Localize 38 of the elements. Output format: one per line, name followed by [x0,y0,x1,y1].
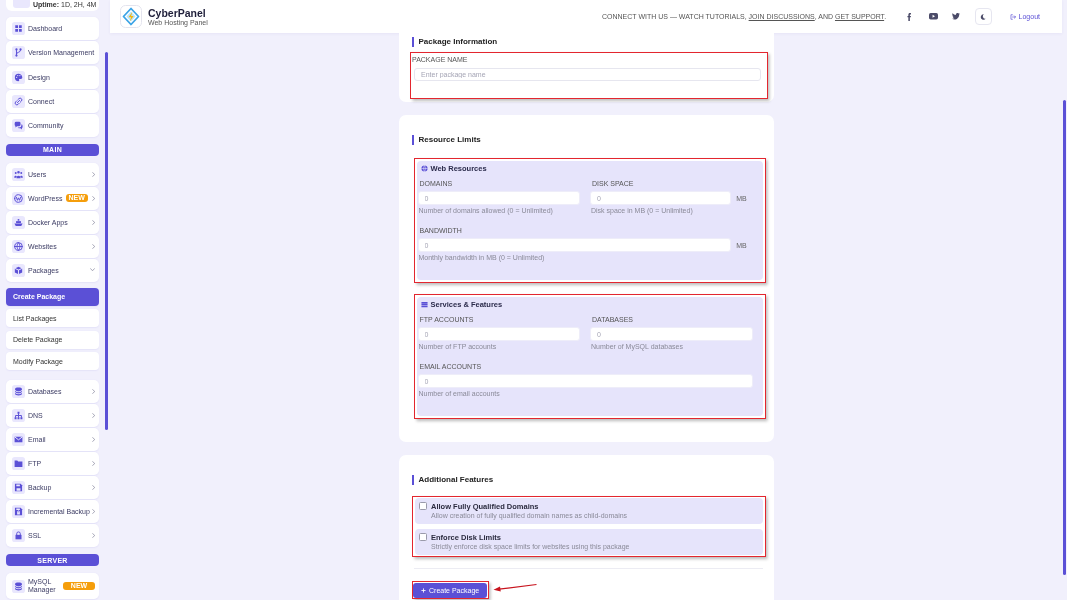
plus-icon [421,587,426,593]
grid-icon [12,22,25,35]
palette-icon [12,70,25,84]
logout-icon [1009,13,1016,20]
floppy-disk-lock-icon [12,504,25,518]
chat-bubbles-icon [12,119,25,132]
circle-logo-icon [12,191,25,205]
envelope-icon [12,432,25,446]
ship-icon [12,215,25,229]
checkbox[interactable] [419,533,427,541]
square-tile-icon [13,0,30,8]
users-icon [12,167,25,181]
database-icon [12,579,25,593]
section-title: Additional Features [411,475,766,485]
annotation-arrow-icon [492,583,537,592]
branch-icon [12,46,25,60]
scrollbar-thumb[interactable] [1063,100,1066,575]
sitemap-icon [12,408,25,422]
globe-icon [420,165,428,172]
section-title: Resource Limits [411,135,766,145]
moon-icon [980,13,987,20]
f-logo-icon[interactable] [907,12,912,21]
box-icon [12,263,25,277]
diamond-logo-icon [120,5,142,28]
scrollbar-thumb[interactable] [105,52,108,430]
server-icon [420,301,428,308]
play-button-icon[interactable] [928,13,938,20]
database-icon [12,384,25,398]
theme-toggle-button[interactable] [974,8,992,25]
checkbox[interactable] [419,502,427,510]
folder-icon [12,456,25,470]
brand-name: CyberPanel [148,6,207,19]
globe-icon [12,239,25,253]
bird-icon[interactable] [951,13,960,20]
section-title: Package Information [411,37,766,47]
link-icon [12,94,25,108]
floppy-disk-icon [12,480,25,494]
lock-icon [12,528,25,542]
